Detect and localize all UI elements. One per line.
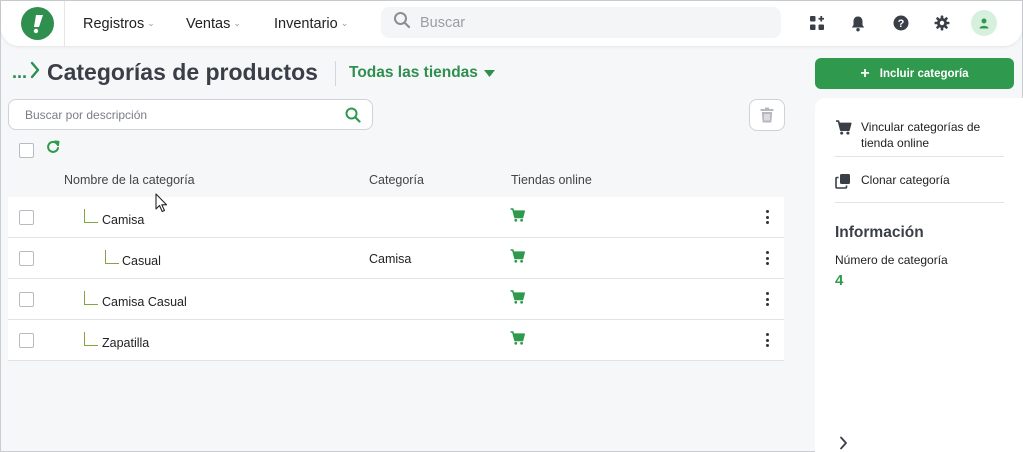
user-avatar[interactable]: [971, 10, 997, 36]
category-name: Zapatilla: [102, 336, 150, 350]
bell-icon[interactable]: [848, 13, 868, 33]
side-divider: [835, 156, 1004, 157]
chevron-down-icon: ⌄: [340, 18, 349, 28]
clone-category-action[interactable]: Clonar categoría: [835, 172, 950, 193]
cart-icon: [510, 290, 525, 309]
store-filter-dropdown[interactable]: Todas las tiendas: [349, 64, 495, 82]
row-menu-icon[interactable]: [764, 251, 770, 265]
column-header-online-stores[interactable]: Tiendas online: [511, 173, 592, 187]
refresh-icon[interactable]: [46, 140, 60, 159]
tree-connector: [84, 209, 98, 223]
category-name: Casual: [122, 254, 161, 268]
clone-icon: [835, 173, 853, 193]
tree-connector: [84, 291, 98, 305]
mouse-cursor-icon: [155, 193, 168, 218]
nav-registros-label: Registros: [83, 15, 145, 32]
app-logo[interactable]: [21, 7, 54, 40]
table-row[interactable]: Camisa Casual: [8, 279, 784, 320]
tree-connector: [84, 332, 98, 346]
top-bar: Registros ⌄ Ventas ⌄ Inventario ⌄ ?: [1, 1, 1022, 46]
title-divider: [335, 61, 336, 86]
link-online-categories-label: Vincular categorías de tienda online: [861, 120, 981, 150]
column-header-name[interactable]: Nombre de la categoría: [64, 173, 195, 187]
page-title: Categorías de productos: [47, 59, 318, 85]
clone-category-label: Clonar categoría: [861, 173, 950, 187]
cart-icon: [835, 120, 853, 139]
nav-ventas-label: Ventas: [186, 15, 231, 32]
svg-text:?: ?: [898, 18, 905, 30]
column-header-category[interactable]: Categoría: [369, 173, 424, 187]
chevron-right-icon[interactable]: [839, 436, 848, 452]
category-count-value: 4: [835, 272, 844, 289]
gear-icon[interactable]: [932, 13, 952, 33]
nav-registros[interactable]: Registros ⌄: [83, 1, 155, 46]
chevron-down-icon: ⌄: [233, 18, 241, 28]
link-online-categories-action[interactable]: Vincular categorías de tienda online: [835, 119, 1001, 151]
row-checkbox[interactable]: [19, 292, 34, 307]
row-menu-icon[interactable]: [764, 333, 770, 347]
caret-down-icon: [483, 64, 495, 82]
breadcrumb-ellipsis: ...: [12, 62, 28, 82]
category-name: Camisa Casual: [102, 295, 187, 309]
search-icon: [393, 11, 411, 34]
add-category-label: Incluir categoría: [879, 67, 969, 80]
chevron-right-icon: [30, 61, 40, 84]
info-title: Información: [835, 224, 924, 241]
nav-inventario-label: Inventario: [274, 15, 338, 32]
store-filter-label: Todas las tiendas: [349, 64, 478, 81]
plus-icon: +: [860, 64, 870, 82]
apps-icon[interactable]: [807, 13, 827, 33]
search-icon[interactable]: [345, 107, 361, 128]
breadcrumb[interactable]: ...: [12, 61, 40, 84]
chevron-down-icon: ⌄: [147, 18, 155, 28]
side-divider: [835, 202, 1004, 203]
user-icon: [979, 18, 989, 29]
exclamation-logo-icon: [33, 14, 43, 33]
cart-icon: [510, 331, 525, 350]
row-checkbox[interactable]: [19, 333, 34, 348]
global-search: [381, 7, 781, 38]
side-panel: Vincular categorías de tienda online Clo…: [815, 98, 1023, 452]
add-category-button[interactable]: + Incluir categoría: [815, 58, 1014, 89]
description-search-input[interactable]: [25, 107, 335, 122]
category-name: Camisa: [102, 213, 145, 227]
row-checkbox[interactable]: [19, 210, 34, 225]
parent-category: Camisa: [369, 252, 412, 266]
help-icon[interactable]: ?: [891, 13, 911, 33]
nav-inventario[interactable]: Inventario ⌄: [274, 1, 348, 46]
nav-divider: [64, 1, 65, 46]
table-row[interactable]: Casual Camisa: [8, 238, 784, 279]
table-row[interactable]: Zapatilla: [8, 320, 784, 361]
select-all-checkbox[interactable]: [19, 143, 34, 158]
row-menu-icon[interactable]: [764, 210, 770, 224]
nav-ventas[interactable]: Ventas ⌄: [186, 1, 241, 46]
table-row[interactable]: Camisa: [8, 197, 784, 238]
trash-icon: [760, 107, 774, 123]
row-checkbox[interactable]: [19, 251, 34, 266]
row-menu-icon[interactable]: [764, 292, 770, 306]
delete-button[interactable]: [749, 99, 785, 131]
tree-connector: [105, 250, 119, 264]
category-count-label: Número de categoría: [835, 253, 948, 267]
description-search: [8, 99, 373, 130]
cart-icon: [510, 249, 525, 268]
global-search-input[interactable]: [420, 14, 750, 31]
cart-icon: [510, 208, 525, 227]
